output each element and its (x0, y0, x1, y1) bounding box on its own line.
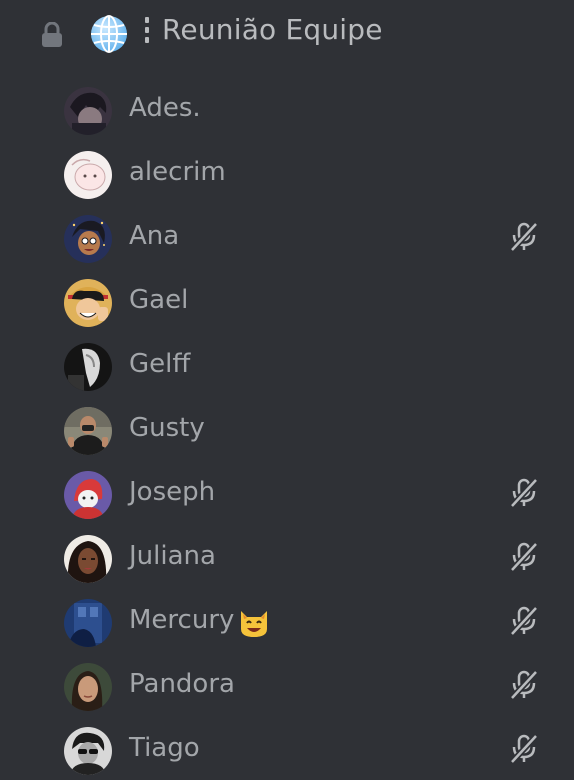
user-name: Tiago (129, 733, 200, 763)
microphone-muted-icon (510, 542, 538, 572)
voice-user[interactable]: Gael (0, 272, 574, 332)
user-name: Pandora (129, 669, 235, 699)
user-name: Gusty (129, 413, 205, 443)
voice-user[interactable]: Tiago (0, 720, 574, 780)
user-name: Joseph (129, 477, 216, 507)
microphone-muted-icon (510, 670, 538, 700)
avatar (64, 279, 112, 327)
voice-user[interactable]: Ades. (0, 80, 574, 140)
user-name: Juliana (129, 541, 216, 571)
separator-icon (144, 17, 150, 47)
globe-icon (91, 15, 127, 53)
voice-channel-header[interactable]: Reunião Equipe (0, 0, 574, 70)
channel-name: Reunião Equipe (162, 13, 383, 46)
user-name: Ades. (129, 93, 201, 123)
voice-user[interactable]: Gelff (0, 336, 574, 396)
user-name: Gael (129, 285, 189, 315)
user-name: Mercury (129, 605, 267, 637)
voice-user[interactable]: Juliana (0, 528, 574, 588)
user-name: Ana (129, 221, 180, 251)
avatar (64, 727, 112, 775)
voice-user[interactable]: Gusty (0, 400, 574, 460)
avatar (64, 151, 112, 199)
microphone-muted-icon (510, 222, 538, 252)
avatar (64, 215, 112, 263)
voice-user[interactable]: Pandora (0, 656, 574, 716)
voice-user[interactable]: Ana (0, 208, 574, 268)
avatar (64, 599, 112, 647)
avatar (64, 471, 112, 519)
avatar (64, 535, 112, 583)
cat-face-emoji (241, 611, 267, 637)
user-name: Gelff (129, 349, 191, 379)
lock-icon (42, 22, 62, 47)
avatar (64, 343, 112, 391)
microphone-muted-icon (510, 606, 538, 636)
voice-user[interactable]: Mercury (0, 592, 574, 652)
avatar (64, 663, 112, 711)
avatar (64, 407, 112, 455)
microphone-muted-icon (510, 478, 538, 508)
avatar (64, 87, 112, 135)
voice-user[interactable]: alecrim (0, 144, 574, 204)
voice-user[interactable]: Joseph (0, 464, 574, 524)
user-name: alecrim (129, 157, 226, 187)
microphone-muted-icon (510, 734, 538, 764)
